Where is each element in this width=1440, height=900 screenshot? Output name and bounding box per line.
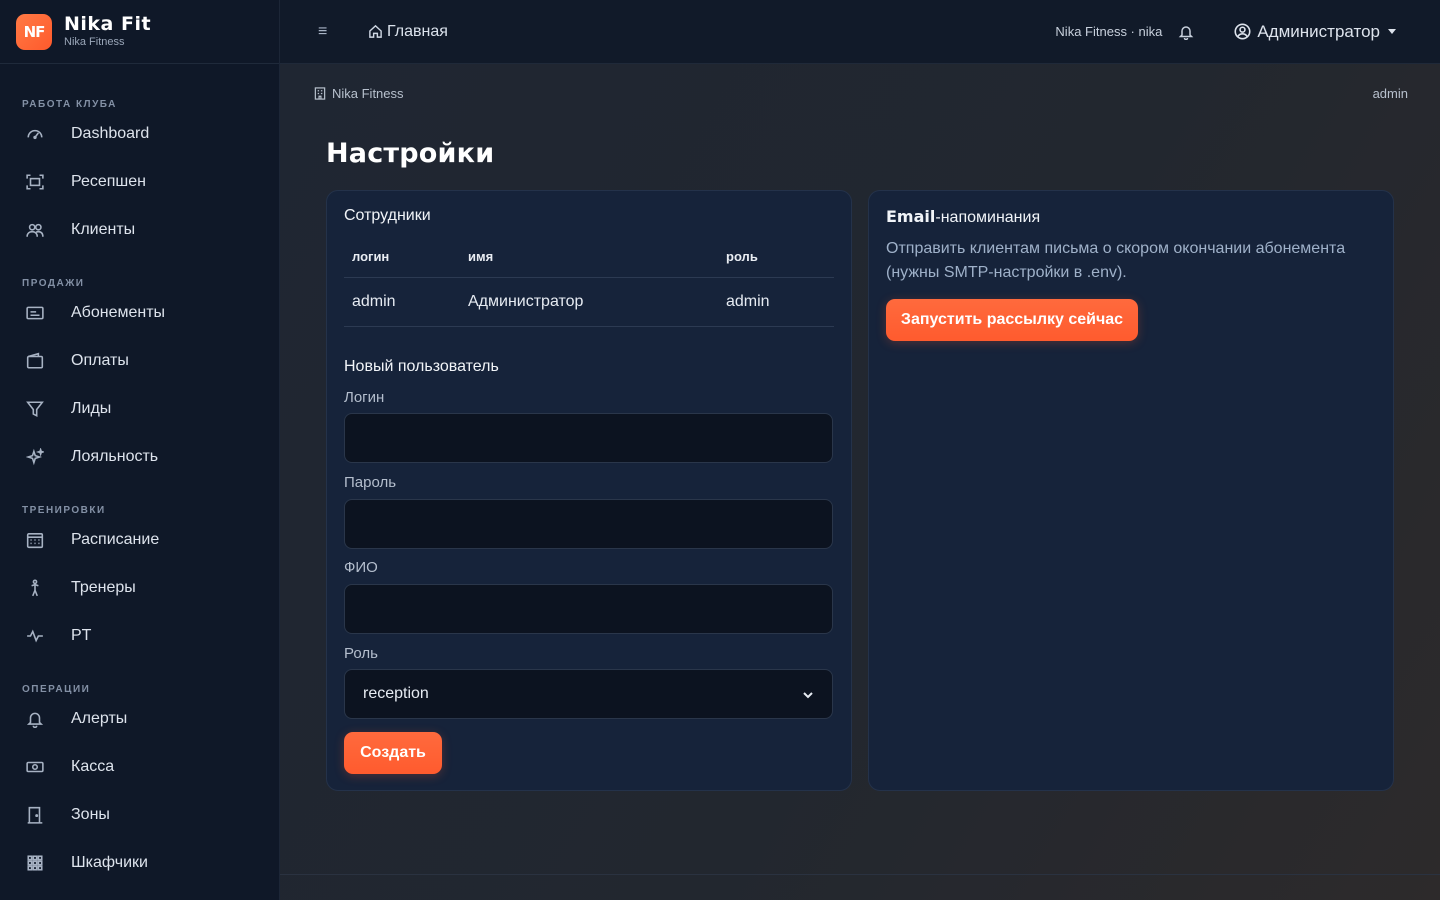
column-header-login: логин [344,237,460,278]
password-label: Пароль [344,474,397,491]
club-label: Nika Fitness · nika [1055,24,1163,39]
breadcrumb-club: Nika Fitness [332,86,404,101]
sidebar-item-label: Алерты [71,710,128,727]
user-name: Администратор [1257,21,1380,41]
role-select-value: reception [363,685,429,702]
brand-title: Nika Fit [64,13,152,35]
staff-table: логин имя роль admin Администратор admin [344,237,834,327]
sidebar-item-label: Оплаты [71,352,129,369]
sidebar-item-label: Тренеры [71,579,136,596]
fio-input[interactable] [344,584,833,634]
email-reminders-title: Email-напоминания [886,207,1040,227]
staff-card: Сотрудники логин имя роль admin Админист… [326,190,852,791]
sidebar-item-label: Лиды [71,400,112,417]
sidebar-item-memberships[interactable]: Абонементы [0,289,279,337]
notifications-bell-icon[interactable] [1178,24,1194,40]
bell-icon [24,708,46,730]
home-link[interactable]: Главная [368,23,448,41]
sidebar-item-label: Абонементы [71,304,166,321]
password-input[interactable] [344,499,833,549]
door-icon [24,804,46,826]
role-label: Роль [344,645,378,662]
sidebar-item-label: Расписание [71,531,160,548]
calendar-icon [24,529,46,551]
main-content: Nika Fitness admin Настройки Сотрудники … [280,64,1440,900]
new-user-title: Новый пользователь [344,358,499,375]
create-user-button[interactable]: Создать [344,732,442,774]
email-reminders-description: Отправить клиентам письма о скором оконч… [886,240,1346,281]
nav-section-training: ТРЕНИРОВКИ [22,505,106,516]
column-header-role: роль [718,237,834,278]
sidebar-item-label: Касса [71,758,115,775]
email-reminders-title-rest: -напоминания [935,209,1041,226]
home-icon [369,24,382,38]
sidebar-item-label: Клиенты [71,221,136,238]
table-header-row: логин имя роль [344,237,834,278]
run-mailing-button[interactable]: Запустить рассылку сейчас [886,299,1138,341]
menu-toggle-icon[interactable]: ≡ [318,23,334,41]
brand-logo: NF [16,13,52,50]
sidebar-item-dashboard[interactable]: Dashboard [0,110,279,158]
card-icon [24,302,46,324]
person-running-icon [24,577,46,599]
sidebar-item-pt[interactable]: PT [0,612,279,660]
breadcrumb-user: admin [1372,86,1408,101]
wallet-icon [24,350,46,372]
column-header-name: имя [460,237,718,278]
user-circle-icon [1234,23,1251,40]
building-icon [314,87,326,100]
cell-login: admin [344,277,460,327]
cell-role: admin [718,277,834,327]
sidebar-item-alerts[interactable]: Алерты [0,695,279,743]
topbar: ≡ Главная Nika Fitness · nika Администра… [280,0,1440,64]
breadcrumb: Nika Fitness [314,86,404,101]
sidebar-item-cash[interactable]: Касса [0,743,279,791]
sidebar-item-label: PT [71,627,92,644]
scan-icon [24,171,46,193]
sidebar-item-lockers[interactable]: Шкафчики [0,839,279,887]
speedometer-icon [24,123,46,145]
fio-label: ФИО [344,559,378,576]
sidebar-item-label: Лояльность [71,448,159,465]
nav-section-sales: ПРОДАЖИ [22,278,85,289]
people-icon [24,219,46,241]
sidebar-item-label: Шкафчики [71,854,148,871]
sidebar-item-zones[interactable]: Зоны [0,791,279,839]
home-label: Главная [387,22,448,40]
page-title: Настройки [326,138,495,169]
chevron-down-icon [802,688,814,700]
brand[interactable]: NF Nika Fit Nika Fitness [0,0,279,64]
role-select[interactable]: reception [344,669,833,719]
email-reminders-title-bold: Email [886,207,936,226]
footer-divider [280,874,1440,875]
sidebar-item-clients[interactable]: Клиенты [0,206,279,254]
table-row: admin Администратор admin [344,277,834,327]
grid-icon [24,852,46,874]
cell-name: Администратор [460,277,718,327]
caret-down-icon [1388,29,1396,34]
email-reminders-card: Email-напоминания Отправить клиентам пис… [868,190,1394,791]
stars-icon [24,446,46,468]
nav-section-club: РАБОТА КЛУБА [22,99,117,110]
sidebar-item-loyalty[interactable]: Лояльность [0,433,279,481]
sidebar-item-label: Ресепшен [71,173,146,190]
sidebar-item-trainers[interactable]: Тренеры [0,564,279,612]
sidebar-item-label: Dashboard [71,125,150,142]
user-menu[interactable]: Администратор [1234,22,1396,42]
cash-icon [24,756,46,778]
sidebar: NF Nika Fit Nika Fitness РАБОТА КЛУБА Da… [0,0,280,900]
activity-icon [24,625,46,647]
nav-section-operations: ОПЕРАЦИИ [22,684,91,695]
sidebar-item-schedule[interactable]: Расписание [0,516,279,564]
login-label: Логин [344,389,385,406]
funnel-icon [24,398,46,420]
brand-subtitle: Nika Fitness [64,36,125,48]
login-input[interactable] [344,413,833,463]
sidebar-item-reception[interactable]: Ресепшен [0,158,279,206]
staff-card-title: Сотрудники [344,207,431,224]
sidebar-item-leads[interactable]: Лиды [0,385,279,433]
sidebar-item-label: Зоны [71,806,110,823]
sidebar-item-payments[interactable]: Оплаты [0,337,279,385]
